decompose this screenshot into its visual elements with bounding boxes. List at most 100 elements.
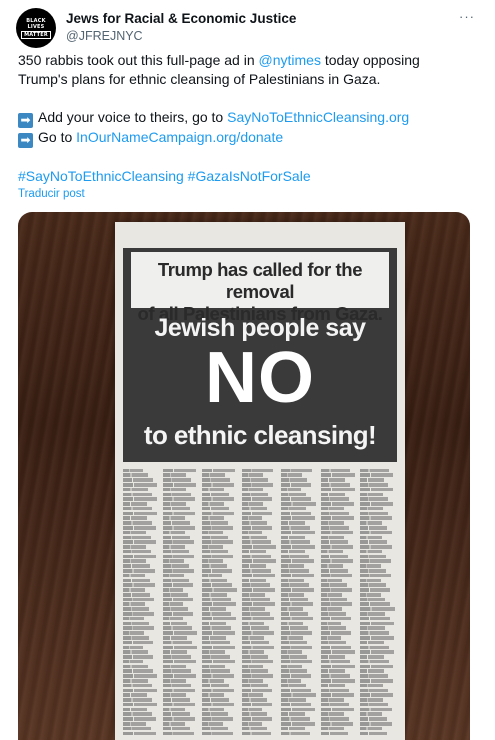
signature-line [123, 635, 149, 640]
ad-line-no: NO [205, 338, 315, 418]
signature-line [162, 487, 186, 492]
tweet-line-1: 350 rabbis took out this full-page ad in… [18, 51, 478, 70]
signature-line [281, 592, 304, 597]
arrow-right-icon: ➡ [18, 113, 33, 128]
signature-line [320, 717, 349, 721]
newspaper-page: Trump has called for the removal of all … [115, 222, 405, 740]
signature-line [281, 602, 314, 607]
author-handle[interactable]: @JFREJNYC [66, 28, 296, 45]
author-display-name[interactable]: Jews for Racial & Economic Justice [66, 10, 296, 27]
signature-line [202, 492, 230, 497]
signature-line [360, 573, 391, 578]
signature-line [162, 616, 183, 621]
signature-line [162, 631, 197, 635]
signature-line [123, 482, 158, 487]
signature-line [241, 621, 265, 626]
more-options-icon[interactable]: ··· [455, 6, 479, 26]
avatar[interactable]: BLACK LIVES MATTER [16, 8, 56, 48]
signature-line [281, 506, 306, 511]
signature-line [202, 616, 236, 621]
signature-line [320, 573, 353, 578]
signature-line [360, 492, 384, 497]
signature-line [123, 578, 151, 583]
signature-line [241, 726, 267, 731]
signature-line [162, 540, 195, 544]
signature-line [202, 583, 232, 587]
signature-line [320, 545, 354, 549]
signature-line [241, 569, 271, 573]
signature-line [123, 588, 145, 592]
ad-line-ethnic-cleansing: to ethnic cleansing! [143, 420, 377, 450]
signature-line [320, 554, 348, 559]
signature-line [281, 645, 313, 650]
signature-line [320, 683, 345, 688]
signature-line [241, 564, 266, 568]
signature-line [123, 650, 149, 654]
ad-block: Trump has called for the removal of all … [123, 248, 397, 462]
signature-line [281, 511, 311, 516]
signature-line [162, 549, 190, 554]
signature-line [360, 540, 387, 544]
signature-line [360, 554, 387, 559]
signature-line [320, 578, 343, 583]
signature-line [123, 698, 152, 702]
signature-line [123, 597, 155, 602]
signature-line [202, 650, 226, 654]
signature-line [123, 511, 157, 516]
signature-line [202, 487, 225, 492]
signature-line [241, 688, 273, 693]
signature-line [360, 640, 385, 645]
signature-line [202, 717, 234, 721]
signature-line [202, 511, 234, 516]
signature-line [123, 631, 144, 635]
signature-line [123, 616, 145, 621]
signature-line [162, 645, 197, 650]
signature-line [202, 731, 233, 736]
signature-line [202, 645, 236, 650]
signature-line [320, 482, 350, 487]
tweet-media-photo[interactable]: Trump has called for the removal of all … [18, 212, 470, 740]
signature-line [202, 712, 229, 717]
signature-line [123, 540, 156, 544]
donate-link[interactable]: InOurNameCampaign.org/donate [76, 129, 283, 145]
signature-line [320, 530, 354, 535]
signature-line [281, 607, 304, 611]
signature-line [202, 655, 230, 659]
signature-line [241, 578, 266, 583]
signature-line [241, 607, 265, 611]
signature-line [202, 506, 229, 511]
signature-line [281, 487, 302, 492]
signature-line [281, 717, 311, 721]
signature-line [241, 616, 275, 621]
signature-line [202, 588, 237, 592]
signature-line [281, 492, 307, 497]
signature-line [360, 655, 384, 659]
signature-line [241, 674, 273, 678]
signature-line [202, 698, 229, 702]
signature-line [241, 635, 265, 640]
ad-headline: Trump has called for the removal of all … [131, 252, 389, 324]
signature-line [202, 612, 232, 616]
signature-line [202, 473, 225, 477]
signature-line [162, 659, 197, 664]
signature-line [123, 492, 153, 497]
signature-line [162, 621, 188, 626]
signature-line [241, 650, 264, 654]
signature-line [202, 678, 225, 683]
signature-line [202, 674, 235, 678]
signature-line [202, 688, 234, 693]
signature-line [281, 664, 302, 669]
mention-link[interactable]: @nytimes [259, 52, 321, 68]
signature-line [241, 693, 263, 697]
signature-line [360, 612, 385, 616]
signature-line [162, 702, 196, 707]
website-link[interactable]: SayNoToEthnicCleansing.org [227, 109, 409, 125]
signature-line [123, 468, 144, 473]
translate-post-link[interactable]: Traducir post [18, 188, 85, 200]
signature-line [162, 497, 196, 501]
hashtag-link[interactable]: #SayNoToEthnicCleansing [18, 168, 184, 184]
signature-line [281, 722, 315, 726]
signature-line [320, 521, 344, 525]
hashtag-link[interactable]: #GazaIsNotForSale [188, 168, 311, 184]
signature-line [360, 621, 395, 626]
